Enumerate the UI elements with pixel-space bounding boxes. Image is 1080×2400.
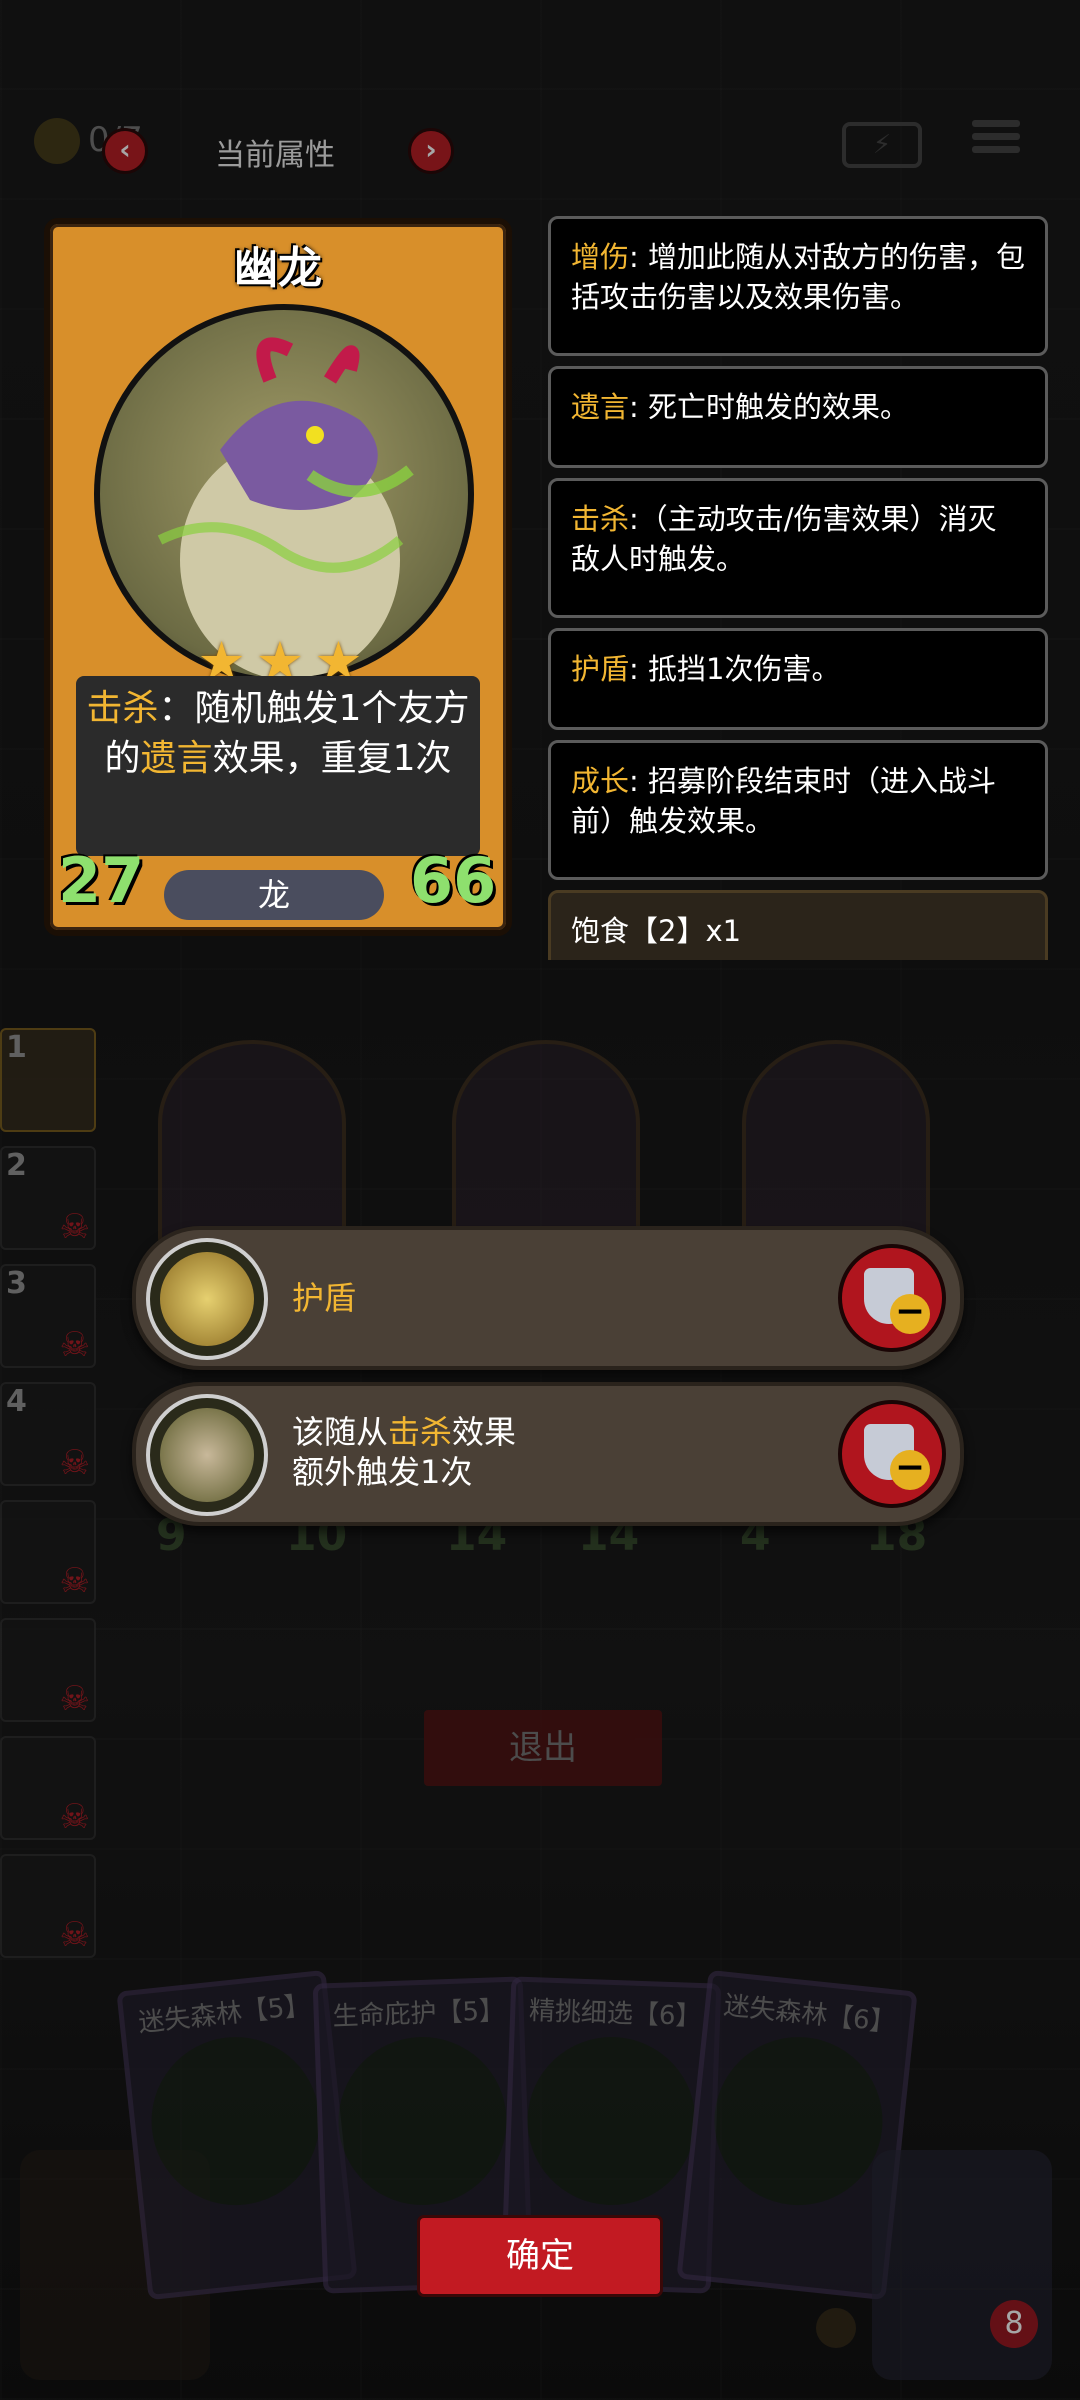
minus-icon: − bbox=[890, 1294, 930, 1334]
keyword-glossary: 增伤: 增加此随从对敌方的伤害，包括攻击伤害以及效果伤害。 遗言: 死亡时触发的… bbox=[548, 216, 1052, 960]
shield-buff-icon bbox=[146, 1238, 268, 1360]
keyword-entry: 击杀:（主动攻击/伤害效果）消灭敌人时触发。 bbox=[548, 478, 1048, 618]
keyword-entry: 增伤: 增加此随从对敌方的伤害，包括攻击伤害以及效果伤害。 bbox=[548, 216, 1048, 356]
ability-box: 击杀：随机触发1个友方的遗言效果，重复1次 bbox=[76, 676, 480, 856]
attack-value: 27 bbox=[58, 844, 145, 917]
buff-line-1: 该随从击杀效果 bbox=[292, 1413, 517, 1451]
health-value: 66 bbox=[410, 844, 497, 917]
buff-row-shield: 护盾 − bbox=[132, 1226, 964, 1370]
keyword-entry: 成长: 招募阶段结束时（进入战斗前）触发效果。 bbox=[548, 740, 1048, 880]
minus-icon: − bbox=[890, 1450, 930, 1490]
dragon-portrait bbox=[94, 304, 474, 684]
tribe-label: 龙 bbox=[164, 870, 384, 920]
remove-buff-button[interactable]: − bbox=[838, 1244, 946, 1352]
confirm-button[interactable]: 确定 bbox=[420, 2218, 660, 2294]
buff-label: 护盾 bbox=[292, 1279, 357, 1317]
remove-buff-button[interactable]: − bbox=[838, 1400, 946, 1508]
status-entry: 饱食【2】x1 bbox=[548, 890, 1048, 960]
ability-text: 击杀：随机触发1个友方的遗言效果，重复1次 bbox=[86, 688, 470, 779]
keyword-entry: 护盾: 抵挡1次伤害。 bbox=[548, 628, 1048, 730]
bell-buff-icon bbox=[146, 1394, 268, 1516]
minion-name: 幽龙 bbox=[234, 243, 322, 294]
minion-detail-card: 幽龙 ★ ★ ★ 击杀：随机触发1个友方的遗言效果，重复1次 27 龙 66 bbox=[44, 218, 512, 936]
buff-line-2: 额外触发1次 bbox=[292, 1453, 473, 1491]
buff-row-kill-repeat: 该随从击杀效果 额外触发1次 − bbox=[132, 1382, 964, 1526]
keyword-entry: 遗言: 死亡时触发的效果。 bbox=[548, 366, 1048, 468]
